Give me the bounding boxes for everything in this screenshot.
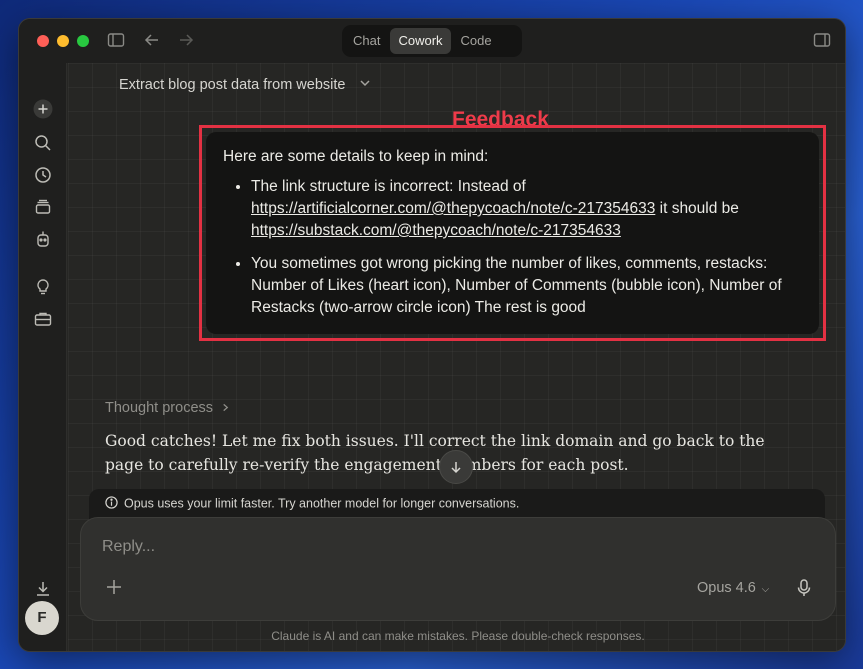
incorrect-link[interactable]: https://artificialcorner.com/@thepycoach…: [251, 200, 655, 217]
user-message-intro: Here are some details to keep in mind:: [223, 148, 489, 165]
briefcase-icon[interactable]: [33, 309, 53, 329]
search-icon[interactable]: [33, 133, 53, 153]
model-selector[interactable]: Opus 4.6 ⌵: [697, 580, 769, 596]
microphone-button[interactable]: [795, 578, 813, 603]
limit-notice-text: Opus uses your limit faster. Try another…: [124, 496, 520, 511]
thought-process-toggle[interactable]: Thought process: [105, 400, 230, 416]
chevron-down-icon: [359, 77, 371, 93]
maximize-window-button[interactable]: [77, 35, 89, 47]
microphone-icon: [797, 579, 811, 596]
add-attachment-button[interactable]: [105, 578, 123, 601]
user-message-list: The link structure is incorrect: Instead…: [223, 176, 803, 319]
forward-arrow-icon[interactable]: [177, 31, 195, 54]
ideas-icon[interactable]: [33, 277, 53, 297]
user-message: Here are some details to keep in mind: T…: [206, 132, 819, 334]
scroll-to-bottom-button[interactable]: [439, 450, 473, 484]
mode-switch: Chat Cowork Code: [342, 25, 522, 57]
download-icon[interactable]: [33, 579, 53, 599]
chevron-right-icon: [221, 400, 230, 416]
thought-process-label: Thought process: [105, 400, 214, 416]
chevron-down-icon: ⌵: [758, 584, 770, 595]
avatar[interactable]: F: [25, 601, 59, 635]
bullet-text: it should be: [655, 200, 739, 217]
agent-icon[interactable]: [33, 229, 53, 249]
close-window-button[interactable]: [37, 35, 49, 47]
disclaimer: Claude is AI and can make mistakes. Plea…: [271, 629, 645, 643]
panel-toggle-icon[interactable]: [813, 31, 831, 54]
sidebar-toggle-icon[interactable]: [107, 31, 125, 54]
bullet-text: The link structure is incorrect: Instead…: [251, 178, 526, 195]
info-icon: [105, 496, 118, 512]
new-chat-icon[interactable]: [33, 99, 53, 119]
main-area: Extract blog post data from website Feed…: [68, 63, 845, 651]
tab-chat[interactable]: Chat: [345, 28, 388, 54]
conversation-title-text: Extract blog post data from website: [119, 77, 346, 93]
correct-link[interactable]: https://substack.com/@thepycoach/note/c-…: [251, 222, 621, 239]
feedback-annotation-box: Here are some details to keep in mind: T…: [199, 125, 826, 341]
title-bar: Chat Cowork Code: [19, 19, 845, 63]
history-icon[interactable]: [33, 165, 53, 185]
projects-icon[interactable]: [33, 197, 53, 217]
model-name: Opus 4.6: [697, 580, 756, 596]
tab-cowork[interactable]: Cowork: [390, 28, 451, 54]
conversation-title[interactable]: Extract blog post data from website: [119, 77, 371, 93]
composer: Opus 4.6 ⌵: [80, 517, 836, 621]
plus-icon: [107, 580, 121, 594]
sidebar: F: [19, 63, 67, 651]
reply-input[interactable]: [102, 538, 702, 556]
back-arrow-icon[interactable]: [143, 31, 161, 54]
app-window: Chat Cowork Code F Extract blog post dat…: [18, 18, 846, 652]
minimize-window-button[interactable]: [57, 35, 69, 47]
tab-code[interactable]: Code: [453, 28, 500, 54]
list-item: The link structure is incorrect: Instead…: [251, 176, 803, 242]
arrow-down-icon: [451, 461, 461, 473]
list-item: You sometimes got wrong picking the numb…: [251, 253, 803, 319]
